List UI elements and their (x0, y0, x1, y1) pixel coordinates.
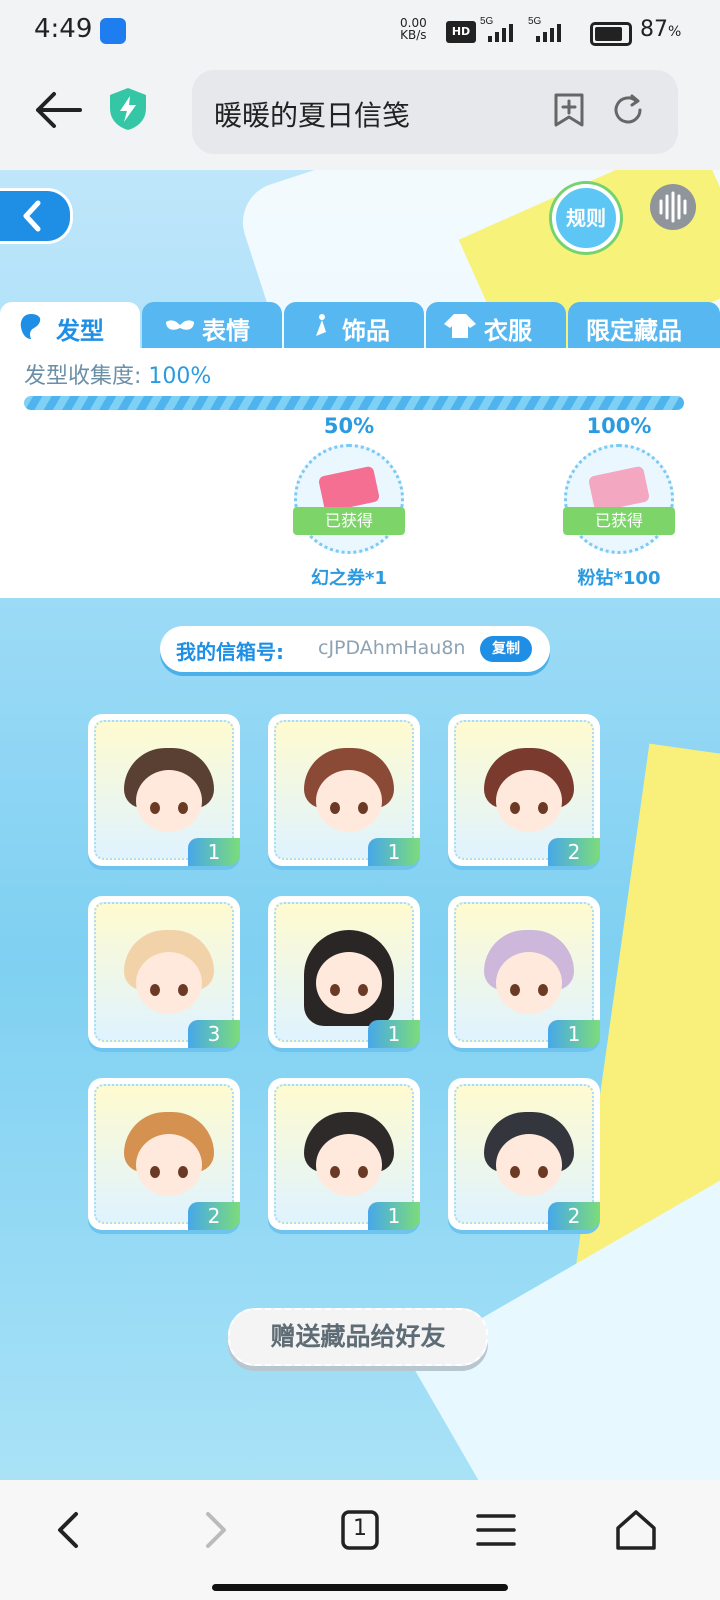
pink-diamond-icon (587, 465, 651, 513)
browser-nav-bar: 1 (0, 1480, 720, 1600)
sound-wave-icon (659, 191, 687, 223)
tab-hairstyle[interactable]: 发型 (0, 302, 140, 350)
add-bookmark-icon[interactable] (552, 92, 586, 128)
refresh-icon[interactable] (610, 92, 646, 128)
signal-label: 5G (480, 16, 494, 27)
hairstyle-card[interactable]: 2 (448, 1078, 600, 1230)
chevron-left-icon (23, 200, 41, 232)
milestone-reward: 粉钻*100 (577, 568, 661, 589)
net-speed-unit: KB/s (400, 28, 427, 42)
item-count: 1 (548, 1020, 600, 1048)
hairstyle-card[interactable]: 2 (88, 1078, 240, 1230)
hairstyle-card[interactable]: 1 (448, 896, 600, 1048)
sound-button[interactable] (650, 184, 696, 230)
tab-count: 1 (353, 1516, 367, 1541)
mask-icon (166, 320, 194, 330)
tab-limited[interactable]: 限定藏品 (568, 302, 720, 348)
item-count: 2 (548, 1202, 600, 1230)
milestone-percent: 50% (323, 414, 375, 438)
gift-to-friend-button[interactable]: 赠送藏品给好友 (228, 1308, 488, 1366)
clothes-icon (444, 314, 476, 338)
back-icon[interactable] (40, 1500, 100, 1560)
signal-icon-2: 5G (528, 16, 561, 42)
milestone-percent: 100% (586, 414, 652, 438)
game-back-button[interactable] (0, 188, 73, 244)
battery-percent: 87% (640, 17, 682, 42)
hairstyle-grid: 1 1 2 3 1 1 2 1 2 (88, 714, 608, 1234)
signal-label-2: 5G (528, 16, 542, 27)
forward-icon[interactable] (184, 1500, 244, 1560)
hairstyle-card[interactable]: 2 (448, 714, 600, 866)
address-bar[interactable]: 暖暖的夏日信笺 (192, 70, 678, 154)
progress-value: 100% (148, 364, 212, 389)
tab-clothes[interactable]: 衣服 (426, 302, 566, 348)
page-title: 暖暖的夏日信笺 (214, 99, 411, 132)
menu-icon[interactable] (466, 1500, 526, 1560)
tab-label: 发型 (56, 317, 104, 345)
notification-app-icon (100, 18, 126, 44)
tabs-button[interactable]: 1 (330, 1500, 390, 1560)
mailbox-value: cJPDAhmHau8n (318, 637, 466, 659)
item-count: 1 (368, 838, 420, 866)
game-view: 规则 发型 表情 饰品 衣服 限定藏品 发型收集度: 100% 50% 已获得 … (0, 170, 720, 1480)
collection-panel: 发型收集度: 100% 50% 已获得 幻之券*1 100% 已获得 粉钻*10… (0, 348, 720, 598)
mailbox-label: 我的信箱号: (176, 640, 284, 664)
tab-expression[interactable]: 表情 (142, 302, 282, 348)
item-count: 1 (188, 838, 240, 866)
battery-icon (590, 22, 632, 46)
category-tabs: 发型 表情 饰品 衣服 限定藏品 (0, 302, 720, 350)
copy-button[interactable]: 复制 (480, 636, 532, 662)
gesture-home-bar[interactable] (212, 1584, 508, 1591)
hd-badge: HD (446, 21, 476, 43)
earring-icon (316, 314, 326, 336)
tab-label: 衣服 (484, 317, 532, 345)
ticket-icon (317, 465, 381, 513)
item-count: 1 (368, 1020, 420, 1048)
milestone-badge: 已获得 (293, 444, 405, 554)
milestone-badge: 已获得 (563, 444, 675, 554)
rules-button[interactable]: 规则 (552, 184, 620, 252)
milestone-reward: 幻之券*1 (311, 568, 387, 589)
back-arrow-icon[interactable] (30, 88, 84, 132)
milestone-100[interactable]: 100% 已获得 粉钻*100 (554, 414, 684, 590)
milestone-status: 已获得 (563, 507, 675, 535)
tab-label: 表情 (202, 317, 250, 345)
hairstyle-card[interactable]: 1 (268, 896, 420, 1048)
signal-icon: 5G (480, 16, 513, 42)
net-speed: 0.00 KB/s (400, 17, 427, 41)
hairstyle-card[interactable]: 1 (88, 714, 240, 866)
hairstyle-card[interactable]: 1 (268, 714, 420, 866)
progress-bar (24, 396, 684, 410)
milestone-50[interactable]: 50% 已获得 幻之券*1 (284, 414, 414, 590)
milestone-status: 已获得 (293, 507, 405, 535)
item-count: 2 (188, 1202, 240, 1230)
shield-bolt-icon[interactable] (108, 86, 148, 132)
item-count: 2 (548, 838, 600, 866)
mailbox-id-box: 我的信箱号: cJPDAhmHau8n 复制 (160, 626, 550, 672)
item-count: 3 (188, 1020, 240, 1048)
status-time: 4:49 (34, 14, 93, 44)
hairstyle-card[interactable]: 3 (88, 896, 240, 1048)
item-count: 1 (368, 1202, 420, 1230)
hair-icon (20, 314, 41, 339)
hairstyle-card[interactable]: 1 (268, 1078, 420, 1230)
tab-label: 限定藏品 (586, 317, 682, 345)
tab-label: 饰品 (342, 317, 390, 345)
status-bar: 4:49 0.00 KB/s HD 5G 5G 87% (0, 0, 720, 64)
home-icon[interactable] (606, 1500, 666, 1560)
browser-toolbar: 暖暖的夏日信笺 (0, 64, 720, 170)
progress-label: 发型收集度: 100% (24, 364, 212, 389)
tab-accessory[interactable]: 饰品 (284, 302, 424, 348)
